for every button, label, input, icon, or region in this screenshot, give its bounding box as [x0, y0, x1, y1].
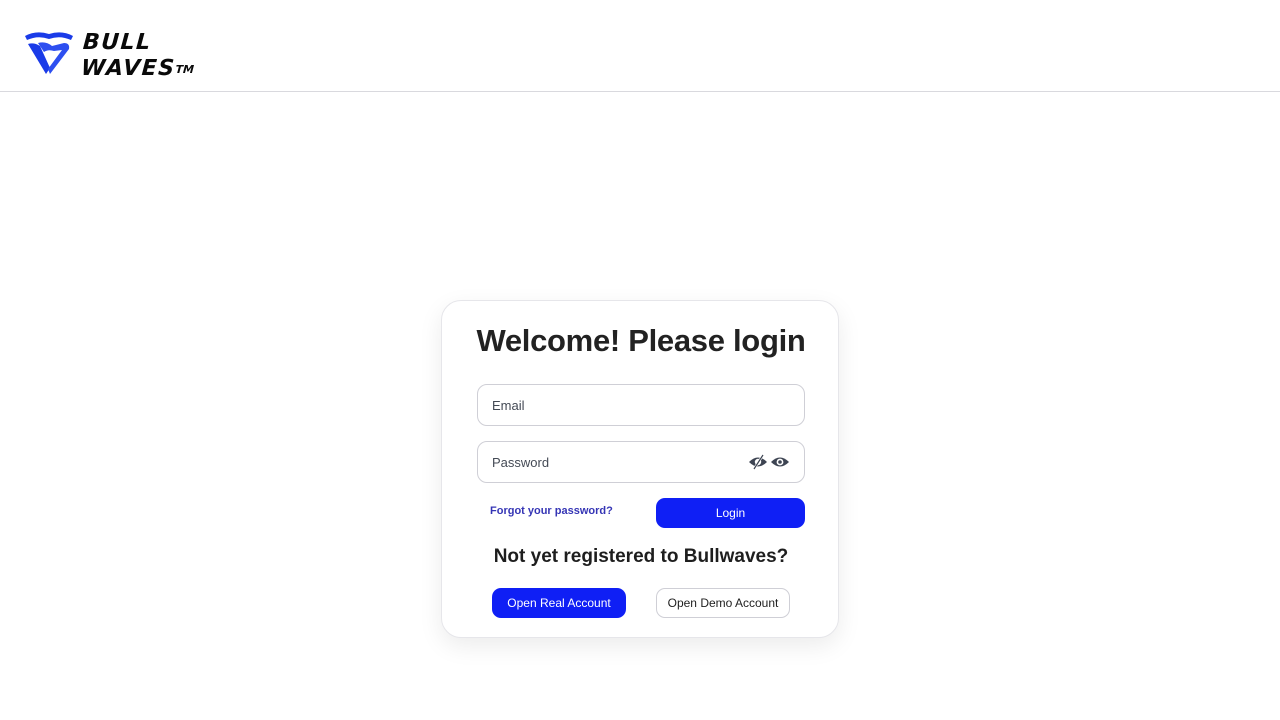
logo-wordmark: BULL WAVESTM [80, 30, 197, 82]
register-prompt: Not yet registered to Bullwaves? [493, 546, 789, 567]
eye-icon[interactable] [770, 454, 790, 470]
logo-line-2: WAVES [80, 56, 177, 81]
bullwaves-logo-icon [25, 32, 73, 74]
open-real-account-button[interactable]: Open Real Account [492, 588, 626, 618]
email-field-wrapper [477, 384, 805, 426]
logo-trademark: TM [175, 63, 195, 76]
login-card: Welcome! Please login Forgot your passwo… [441, 300, 839, 638]
password-field[interactable] [492, 454, 742, 470]
password-field-wrapper [477, 441, 805, 483]
eye-slash-icon[interactable] [748, 454, 768, 470]
password-visibility-toggles [748, 454, 790, 470]
open-demo-account-button[interactable]: Open Demo Account [656, 588, 790, 618]
login-button[interactable]: Login [656, 498, 805, 528]
bullwaves-logo[interactable]: BULL WAVESTM [24, 30, 197, 82]
logo-line-1: BULL [82, 30, 153, 55]
forgot-password-link[interactable]: Forgot your password? [490, 505, 613, 517]
top-header: BULL WAVESTM [0, 0, 1280, 92]
page-title: Welcome! Please login [476, 323, 806, 358]
email-field[interactable] [492, 397, 790, 413]
